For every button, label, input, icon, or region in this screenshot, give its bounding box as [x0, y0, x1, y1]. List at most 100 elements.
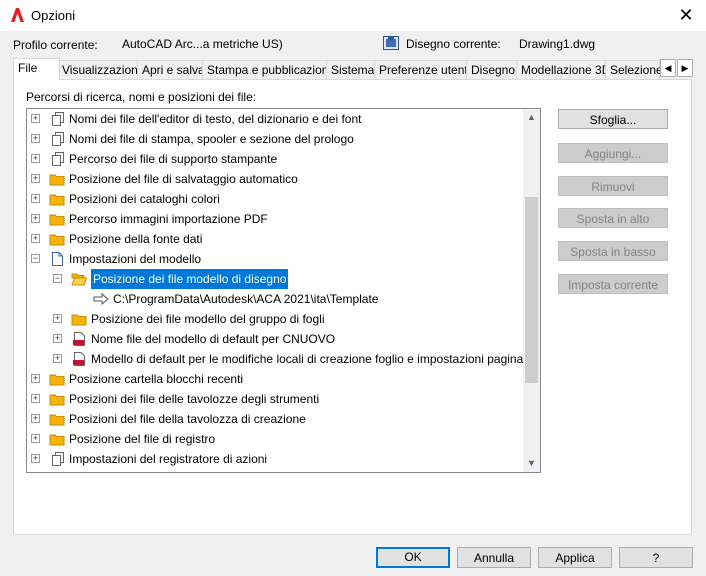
- tree-row-label: Percorso immagini importazione PDF: [69, 212, 268, 226]
- tree-row[interactable]: − Impostazioni del modello: [27, 249, 527, 269]
- tree-row[interactable]: + Posizioni dei file delle tavolozze degl…: [27, 389, 527, 409]
- tree-row[interactable]: + Impostazioni del registratore di azioni: [27, 449, 527, 469]
- folder-icon: [49, 171, 65, 187]
- tree-row-label: Modello di default per le modifiche loca…: [91, 352, 524, 366]
- tree-row-label: Posizione cartella blocchi recenti: [69, 372, 244, 386]
- tab-scroll-right-icon[interactable]: ▶: [677, 59, 693, 77]
- current-profile-label: Profilo corrente:: [13, 38, 98, 52]
- tree-row-label: Impostazioni del registratore di azioni: [69, 452, 268, 466]
- collapse-icon[interactable]: −: [53, 274, 62, 283]
- tab-disegno[interactable]: Disegno: [466, 60, 520, 79]
- tab-stampa-e-pubblicazione[interactable]: Stampa e pubblicazione: [202, 60, 335, 79]
- expand-icon[interactable]: +: [31, 414, 40, 423]
- tree-row[interactable]: − Posizione dei file modello di disegno: [27, 269, 527, 289]
- tree-row-label: Posizioni del file della tavolozza di cr…: [69, 412, 306, 426]
- close-icon[interactable]: ✕: [674, 4, 698, 26]
- expand-icon[interactable]: +: [31, 454, 40, 463]
- path-arrow-icon: [93, 291, 109, 307]
- ok-button[interactable]: OK: [376, 547, 450, 568]
- expand-icon[interactable]: +: [53, 334, 62, 343]
- drawing-icon: [383, 36, 399, 50]
- set-current-button[interactable]: Imposta corrente: [558, 274, 668, 294]
- tree-row-label: Posizione della fonte dati: [69, 232, 203, 246]
- files-icon: [49, 451, 65, 467]
- files-icon: [49, 111, 65, 127]
- files-icon: [49, 151, 65, 167]
- tree-row-label: Posizioni dei file delle tavolozze degli…: [69, 392, 320, 406]
- folder-icon: [49, 211, 65, 227]
- tab-modellazione-3d[interactable]: Modellazione 3D: [516, 60, 610, 79]
- tree-row[interactable]: + Posizione del file di registro: [27, 429, 527, 449]
- tree-row[interactable]: + Posizioni del file della tavolozza di c…: [27, 409, 527, 429]
- tree-row[interactable]: + Posizione del file di salvataggio autom…: [27, 169, 527, 189]
- expand-icon[interactable]: +: [31, 174, 40, 183]
- tree-row[interactable]: + Percorso immagini importazione PDF: [27, 209, 527, 229]
- tree-row-label: Posizione del file di registro: [69, 432, 216, 446]
- tab-file[interactable]: File: [13, 58, 60, 80]
- tree-row[interactable]: + Modello di default per le modifiche loc…: [27, 349, 527, 369]
- tree-row-label: Posizione del file di salvataggio automa…: [69, 172, 298, 186]
- collapse-icon[interactable]: −: [31, 254, 40, 263]
- search-paths-label: Percorsi di ricerca, nomi e posizioni de…: [26, 90, 257, 104]
- move-up-button[interactable]: Sposta in alto: [558, 208, 668, 228]
- tab-strip: File Visualizzazione Apri e salva Stampa…: [13, 58, 693, 80]
- tree-row-label: Posizioni dei cataloghi colori: [69, 192, 220, 206]
- tree-row-label: Percorso dei file di supporto stampante: [69, 152, 278, 166]
- tab-selezione[interactable]: Selezione: [605, 60, 663, 79]
- tree-row[interactable]: + Percorso dei file di supporto stampante: [27, 149, 527, 169]
- folder-icon: [49, 391, 65, 407]
- tree-row[interactable]: + Posizione dei file modello del gruppo d…: [27, 309, 527, 329]
- move-down-button[interactable]: Sposta in basso: [558, 241, 668, 261]
- tab-visualizzazione[interactable]: Visualizzazione: [57, 60, 145, 79]
- tree-row[interactable]: + Nome file del modello di default per CN…: [27, 329, 527, 349]
- folder-icon: [49, 411, 65, 427]
- tree-row-label: Posizione dei file modello del gruppo di…: [91, 312, 325, 326]
- expand-icon[interactable]: +: [31, 374, 40, 383]
- folder-icon: [49, 191, 65, 207]
- expand-icon[interactable]: +: [31, 194, 40, 203]
- tree-row-label-selected: Posizione dei file modello di disegno: [91, 269, 289, 289]
- tree-row[interactable]: C:\ProgramData\Autodesk\ACA 2021\ita\Tem…: [27, 289, 527, 309]
- expand-icon[interactable]: +: [31, 114, 40, 123]
- expand-icon[interactable]: +: [31, 234, 40, 243]
- tree-row-label: Impostazioni del modello: [69, 252, 202, 266]
- tab-scroll-left-icon[interactable]: ◀: [660, 59, 676, 77]
- files-icon: [49, 131, 65, 147]
- dwt-file-icon: [71, 351, 87, 367]
- current-drawing-label: Disegno corrente:: [406, 37, 501, 51]
- dwt-file-icon: [71, 331, 87, 347]
- tree-row-label: Nome file del modello di default per CNU…: [91, 332, 336, 346]
- folder-icon: [49, 231, 65, 247]
- apply-button[interactable]: Applica: [538, 547, 612, 568]
- expand-icon[interactable]: +: [31, 154, 40, 163]
- add-button[interactable]: Aggiungi...: [558, 143, 668, 163]
- expand-icon[interactable]: +: [31, 394, 40, 403]
- tab-preferenze-utente[interactable]: Preferenze utente: [374, 60, 474, 79]
- tree-row[interactable]: + Posizione cartella blocchi recenti: [27, 369, 527, 389]
- help-button[interactable]: ?: [619, 547, 693, 568]
- title-bar: Opzioni ✕: [0, 0, 706, 31]
- expand-icon[interactable]: +: [31, 134, 40, 143]
- tree-row[interactable]: + Nomi dei file dell'editor di testo, del…: [27, 109, 527, 129]
- expand-icon[interactable]: +: [31, 214, 40, 223]
- expand-icon[interactable]: +: [53, 314, 62, 323]
- expand-icon[interactable]: +: [53, 354, 62, 363]
- document-icon: [49, 251, 65, 267]
- file-tab-panel: Percorsi di ricerca, nomi e posizioni de…: [13, 79, 692, 535]
- expand-icon[interactable]: +: [31, 434, 40, 443]
- tab-apri-e-salva[interactable]: Apri e salva: [137, 60, 208, 79]
- folder-icon: [71, 311, 87, 327]
- tree-row[interactable]: + Nomi dei file di stampa, spooler e sezi…: [27, 129, 527, 149]
- tree-row-label: Nomi dei file di stampa, spooler e sezio…: [69, 132, 354, 146]
- current-profile-value: AutoCAD Arc...a metriche US): [122, 37, 283, 51]
- open-folder-icon: [71, 271, 88, 287]
- browse-button[interactable]: Sfoglia...: [558, 109, 668, 129]
- folder-icon: [49, 371, 65, 387]
- tree-row-label: C:\ProgramData\Autodesk\ACA 2021\ita\Tem…: [113, 292, 379, 306]
- remove-button[interactable]: Rimuovi: [558, 176, 668, 196]
- window-title: Opzioni: [31, 8, 76, 23]
- file-paths-tree[interactable]: ▲ ▼ + Nomi dei file dell'editor di testo,…: [26, 108, 541, 473]
- tree-row[interactable]: + Posizione della fonte dati: [27, 229, 527, 249]
- tree-row[interactable]: + Posizioni dei cataloghi colori: [27, 189, 527, 209]
- cancel-button[interactable]: Annulla: [457, 547, 531, 568]
